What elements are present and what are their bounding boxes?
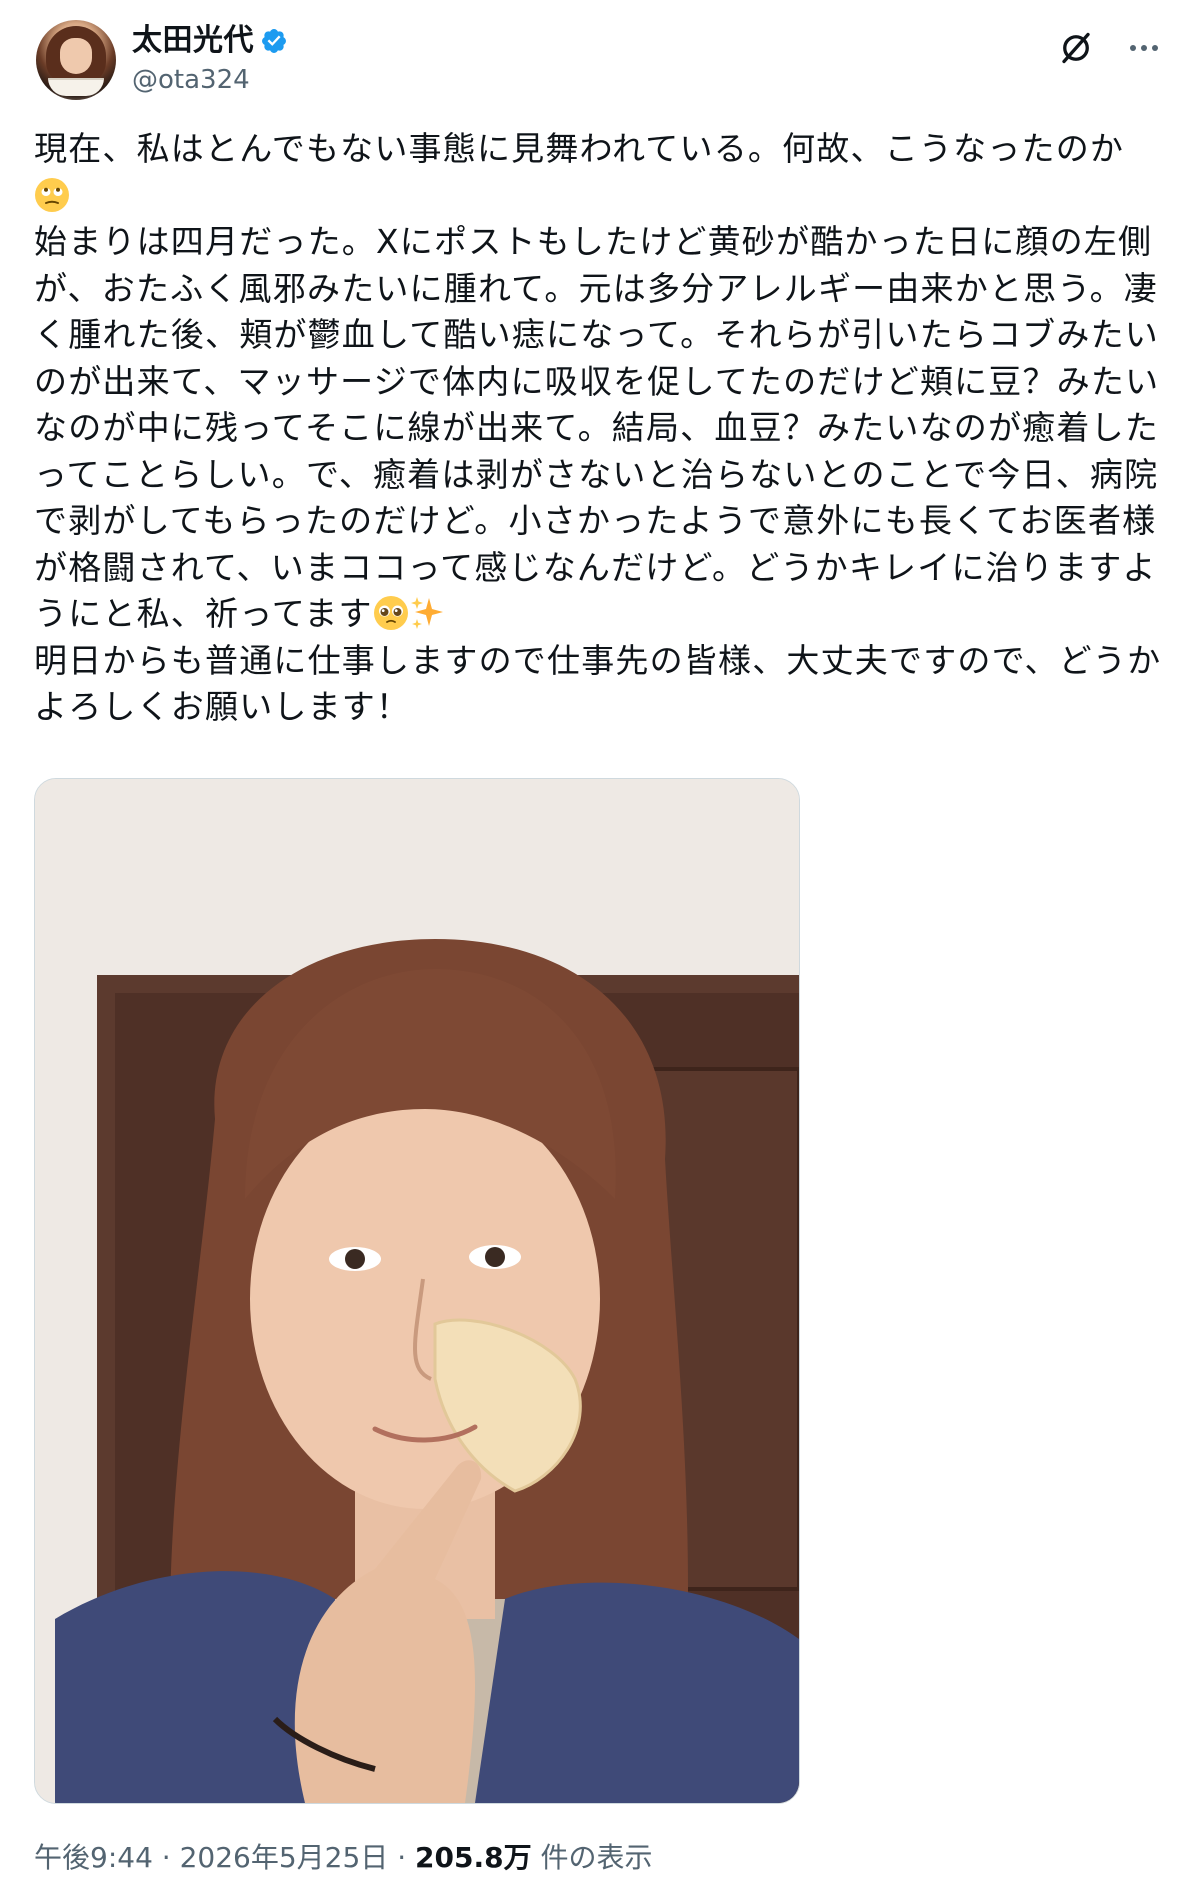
tweet-metadata: 午後9:44 · 2026年5月25日 · 205.8万 件の表示 xyxy=(34,1838,652,1878)
face-with-rolling-eyes-emoji xyxy=(35,177,69,212)
tweet-paragraph-3: 明日からも普通に仕事しますので仕事先の皆様、大丈夫ですので、どうかよろしくお願い… xyxy=(34,640,1162,727)
display-name-row: 太田光代 xyxy=(132,22,288,60)
views-label: 件の表示 xyxy=(531,1841,653,1874)
photo-right-pupil xyxy=(485,1247,505,1267)
tweet-paragraph-2-text: 始まりは四月だった。Xにポストもしたけど黄砂が酷かった日に顔の左側が、おたふく風… xyxy=(34,222,1160,633)
more-options-icon[interactable] xyxy=(1124,30,1164,66)
avatar[interactable] xyxy=(36,20,116,100)
handle[interactable]: @ota324 xyxy=(132,62,288,98)
tweet-header: 太田光代 @ota324 xyxy=(36,20,1164,100)
display-name[interactable]: 太田光代 xyxy=(132,22,254,60)
tweet-line-1-text: 現在、私はとんでもない事態に見舞われている。何故、こうなったのか xyxy=(34,129,1125,168)
author-info: 太田光代 @ota324 xyxy=(132,22,288,98)
sparkles-emoji xyxy=(410,597,443,629)
views-count: 205.8万 xyxy=(415,1841,532,1874)
tweet-time[interactable]: 午後9:44 xyxy=(34,1841,153,1874)
grok-icon[interactable] xyxy=(1058,30,1094,66)
tweet-text: 現在、私はとんでもない事態に見舞われている。何故、こうなったのか 始まりは四月だ… xyxy=(34,126,1170,731)
tweet-photo[interactable] xyxy=(34,778,800,1804)
pleading-face-emoji xyxy=(373,596,408,630)
photo-left-pupil xyxy=(345,1249,365,1269)
tweet-paragraph-2: 始まりは四月だった。Xにポストもしたけど黄砂が酷かった日に顔の左側が、おたふく風… xyxy=(34,219,1170,638)
meta-separator: · xyxy=(152,1841,180,1874)
avatar-face-shape xyxy=(60,38,92,74)
meta-separator: · xyxy=(388,1841,415,1874)
avatar-bowl-shape xyxy=(48,78,104,96)
verified-badge-icon xyxy=(262,29,286,53)
selfie-photo-illustration xyxy=(35,779,799,1803)
tweet-date[interactable]: 2026年5月25日 xyxy=(180,1841,389,1874)
tweet-line-1: 現在、私はとんでもない事態に見舞われている。何故、こうなったのか xyxy=(34,126,1170,219)
